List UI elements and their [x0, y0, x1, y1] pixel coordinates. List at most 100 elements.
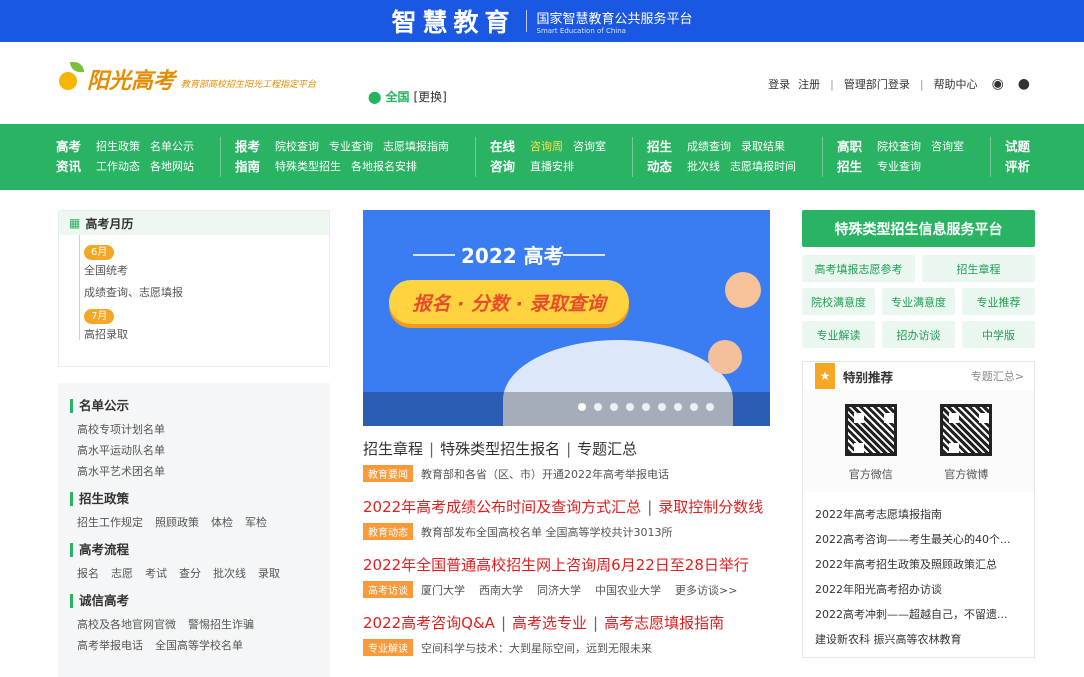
carousel-dot[interactable]: [626, 403, 634, 411]
region-change-link[interactable]: [更换]: [413, 88, 446, 105]
news-link[interactable]: 招生章程: [363, 440, 423, 458]
news-sub-link[interactable]: 更多访谈>>: [675, 582, 737, 598]
news-link[interactable]: 高考志愿填报指南: [604, 614, 724, 632]
side-link[interactable]: 高校及各地官网官微: [77, 618, 176, 631]
register-link[interactable]: 注册: [798, 76, 820, 92]
side-link[interactable]: 高考举报电话: [77, 639, 143, 652]
side-link[interactable]: 录取: [258, 567, 280, 580]
news-sub-link[interactable]: 空间科学与技术：大到星际空间，远到无限未来: [421, 640, 652, 656]
recommend-item[interactable]: 建设新农科 振兴高等农林教育: [815, 627, 1022, 652]
news-sub-link[interactable]: 西南大学: [479, 582, 523, 598]
news-link[interactable]: 2022年高考成绩公布时间及查询方式汇总: [363, 498, 641, 516]
recommend-item[interactable]: 2022年高考招生政策及照顾政策汇总: [815, 552, 1022, 577]
side-link[interactable]: 志愿: [111, 567, 133, 580]
news-tag[interactable]: 教育动态: [363, 523, 413, 540]
quick-link[interactable]: 招办访谈: [882, 321, 955, 348]
weibo-icon[interactable]: ◉: [992, 76, 1004, 92]
wechat-icon[interactable]: ●: [1018, 76, 1030, 92]
carousel-dot[interactable]: [578, 403, 586, 411]
carousel-dot[interactable]: [594, 403, 602, 411]
nav-item-active[interactable]: 咨询周: [530, 137, 563, 157]
side-link[interactable]: 招生工作规定: [77, 516, 143, 529]
quick-link[interactable]: 专业解读: [802, 321, 875, 348]
nav-item[interactable]: 各地网站: [150, 157, 194, 177]
news-tag[interactable]: 教育要闻: [363, 465, 413, 482]
recommend-item[interactable]: 2022高考冲刺——超越自己，不留遗...: [815, 602, 1022, 627]
nav-group-head[interactable]: 在线咨询: [490, 137, 518, 177]
news-sub-link[interactable]: 教育部发布全国高校名单 全国高等学校共计3013所: [421, 524, 673, 540]
platform-name-cn[interactable]: 国家智慧教育公共服务平台: [537, 8, 693, 27]
side-link[interactable]: 军检: [245, 516, 267, 529]
news-sub-link[interactable]: 中国农业大学: [595, 582, 661, 598]
section-title[interactable]: 名单公示: [70, 399, 330, 413]
nav-item[interactable]: 专业查询: [877, 157, 921, 177]
hero-banner[interactable]: 2022 高考 报名 · 分数 · 录取查询: [363, 210, 770, 426]
section-title[interactable]: 高考流程: [70, 543, 330, 557]
nav-item[interactable]: 工作动态: [96, 157, 140, 177]
news-link[interactable]: 2022年全国普通高校招生网上咨询周6月22日至28日举行: [363, 556, 749, 574]
carousel-dot[interactable]: [690, 403, 698, 411]
section-title[interactable]: 诚信高考: [70, 594, 330, 608]
nav-item[interactable]: 直播安排: [530, 157, 574, 177]
section-title[interactable]: 招生政策: [70, 492, 330, 506]
nav-item[interactable]: 录取结果: [741, 137, 785, 157]
side-link[interactable]: 体检: [211, 516, 233, 529]
nav-item[interactable]: 志愿填报时间: [730, 157, 796, 177]
help-center-link[interactable]: 帮助中心: [934, 76, 978, 92]
smart-education-brand[interactable]: 智慧教育: [391, 3, 515, 39]
news-tag[interactable]: 高考访谈: [363, 581, 413, 598]
site-logo[interactable]: 阳光高考 教育部高校招生阳光工程指定平台: [55, 62, 316, 92]
quick-link[interactable]: 院校满意度: [802, 288, 875, 315]
carousel-dot[interactable]: [610, 403, 618, 411]
admin-login-link[interactable]: 管理部门登录: [844, 76, 910, 92]
news-tag[interactable]: 专业解读: [363, 639, 413, 656]
calendar-item[interactable]: 全国统考: [84, 260, 329, 282]
news-sub-link[interactable]: 厦门大学: [421, 582, 465, 598]
news-link[interactable]: 专题汇总: [577, 440, 637, 458]
side-link[interactable]: 全国高等学校名单: [155, 639, 243, 652]
side-link[interactable]: 高水平艺术团名单: [77, 465, 165, 478]
carousel-dot[interactable]: [706, 403, 714, 411]
side-link[interactable]: 考试: [145, 567, 167, 580]
side-link[interactable]: 高校专项计划名单: [77, 423, 165, 436]
carousel-dot[interactable]: [642, 403, 650, 411]
topic-summary-link[interactable]: 专题汇总>: [971, 368, 1024, 384]
side-link[interactable]: 高水平运动队名单: [77, 444, 165, 457]
nav-item[interactable]: 招生政策: [96, 137, 140, 157]
wechat-qr[interactable]: 官方微信: [844, 404, 897, 492]
special-admission-platform-button[interactable]: 特殊类型招生信息服务平台: [802, 210, 1035, 247]
side-link[interactable]: 报名: [77, 567, 99, 580]
nav-item[interactable]: 志愿填报指南: [383, 137, 449, 157]
side-link[interactable]: 警惕招生诈骗: [188, 618, 254, 631]
nav-item[interactable]: 咨询室: [573, 137, 606, 157]
nav-item[interactable]: 各地报名安排: [351, 157, 417, 177]
quick-link[interactable]: 中学版: [962, 321, 1035, 348]
recommend-item[interactable]: 2022年高考志愿填报指南: [815, 502, 1022, 527]
calendar-item[interactable]: 高招录取: [84, 324, 329, 346]
news-sub-link[interactable]: 教育部和各省（区、市）开通2022年高考举报电话: [421, 466, 669, 482]
carousel-dots[interactable]: [574, 403, 718, 411]
nav-item[interactable]: 咨询室: [931, 137, 964, 157]
nav-item[interactable]: 院校查询: [877, 137, 921, 157]
nav-group-head[interactable]: 报考指南: [235, 137, 263, 177]
quick-link[interactable]: 招生章程: [922, 255, 1035, 282]
side-link[interactable]: 批次线: [213, 567, 246, 580]
quick-link[interactable]: 高考填报志愿参考: [802, 255, 915, 282]
nav-group-head[interactable]: 高考资讯: [56, 137, 84, 177]
nav-group-head[interactable]: 招生动态: [647, 137, 675, 177]
recommend-item[interactable]: 2022年阳光高考招办访谈: [815, 577, 1022, 602]
news-link[interactable]: 特殊类型招生报名: [440, 440, 560, 458]
nav-item[interactable]: 专业查询: [329, 137, 373, 157]
nav-item[interactable]: 批次线: [687, 157, 720, 177]
recommend-item[interactable]: 2022高考咨询——考生最关心的40个...: [815, 527, 1022, 552]
quick-link[interactable]: 专业推荐: [962, 288, 1035, 315]
nav-group-head[interactable]: 试题评析: [1005, 137, 1033, 177]
login-link[interactable]: 登录: [768, 76, 790, 92]
quick-link[interactable]: 专业满意度: [882, 288, 955, 315]
nav-group-head[interactable]: 高职招生: [837, 137, 865, 177]
news-sub-link[interactable]: 同济大学: [537, 582, 581, 598]
nav-item[interactable]: 特殊类型招生: [275, 157, 341, 177]
calendar-item[interactable]: 成绩查询、志愿填报: [84, 282, 329, 304]
side-link[interactable]: 查分: [179, 567, 201, 580]
carousel-dot[interactable]: [658, 403, 666, 411]
